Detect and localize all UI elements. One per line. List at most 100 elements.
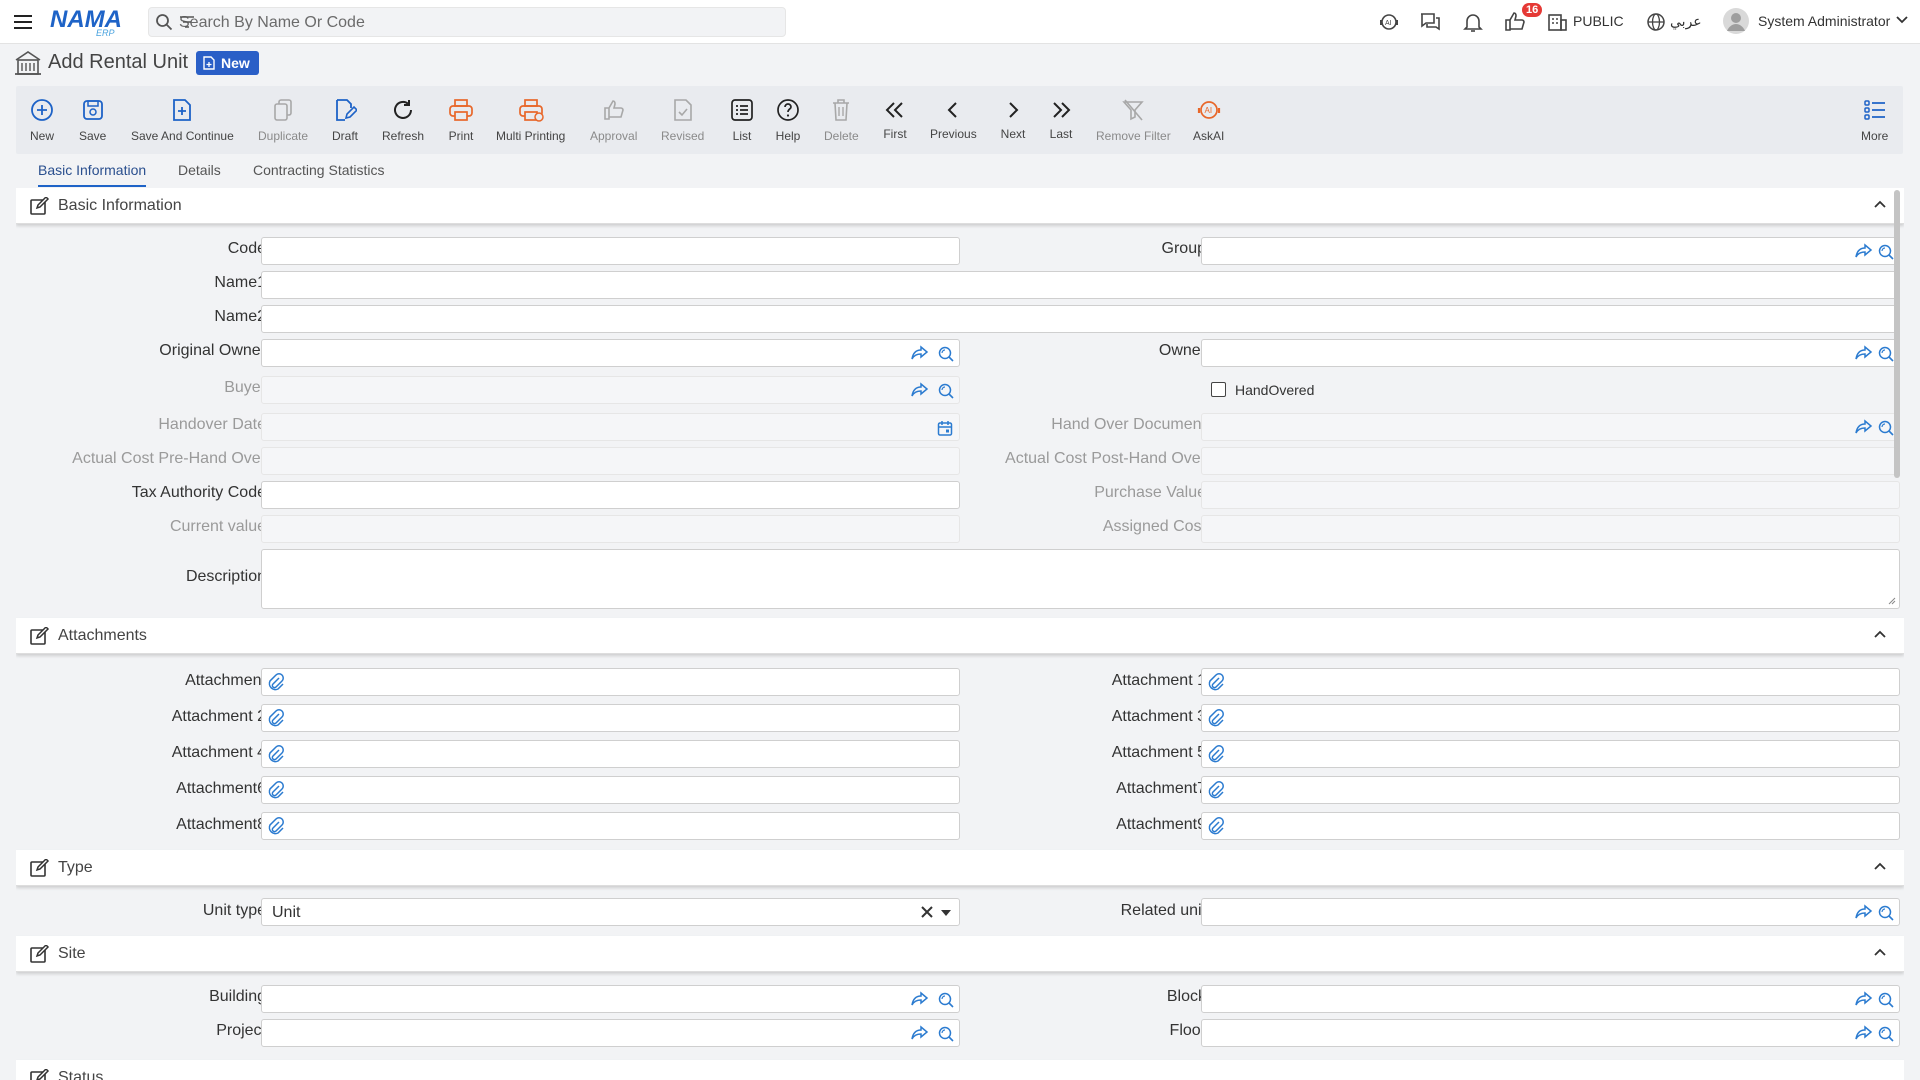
assigned-cost-input[interactable] (1201, 515, 1900, 543)
scrollbar-thumb[interactable] (1894, 190, 1900, 478)
unit-type-select[interactable]: Unit (261, 898, 960, 926)
tab-contracting-statistics[interactable]: Contracting Statistics (253, 162, 385, 186)
refresh-button[interactable]: Refresh (382, 86, 424, 154)
lookup-search-icon[interactable] (1877, 243, 1895, 261)
global-search-box[interactable]: Search By Name Or Code (148, 7, 786, 37)
lookup-search-icon[interactable] (937, 1025, 955, 1043)
new-button[interactable]: New (29, 86, 55, 154)
purchase-value-input[interactable] (1201, 481, 1900, 509)
user-name[interactable]: System Administrator (1758, 13, 1890, 29)
lookup-search-icon[interactable] (937, 345, 955, 363)
tax-authority-code-input[interactable] (261, 481, 960, 509)
attachment-6-input[interactable] (261, 776, 960, 804)
lookup-search-icon[interactable] (1877, 904, 1895, 922)
share-arrow-icon[interactable] (1855, 1025, 1873, 1041)
menu-icon[interactable] (12, 11, 34, 33)
filter-icon[interactable] (179, 15, 777, 29)
paperclip-icon[interactable] (1208, 709, 1224, 727)
draft-button[interactable]: Draft (332, 86, 358, 154)
share-arrow-icon[interactable] (1855, 419, 1873, 435)
resize-handle-icon[interactable] (1888, 597, 1896, 605)
actual-cost-pre-input[interactable] (261, 447, 960, 475)
lookup-search-icon[interactable] (1877, 419, 1895, 437)
help-button[interactable]: Help (775, 86, 801, 154)
first-button[interactable]: First (882, 86, 908, 154)
share-arrow-icon[interactable] (911, 1025, 929, 1041)
save-and-continue-button[interactable]: Save And Continue (131, 86, 234, 154)
original-owner-input[interactable] (261, 339, 960, 367)
attachment-7-input[interactable] (1201, 776, 1900, 804)
print-button[interactable]: Print (448, 86, 474, 154)
floor-input[interactable] (1201, 1019, 1900, 1047)
list-button[interactable]: List (729, 86, 755, 154)
lookup-search-icon[interactable] (1877, 345, 1895, 363)
group-input[interactable] (1201, 237, 1900, 265)
askai-button[interactable]: AI AskAI (1193, 86, 1224, 154)
branch-label[interactable]: PUBLIC (1573, 13, 1624, 29)
section-header-attachments[interactable]: Attachments (16, 618, 1904, 654)
revised-button[interactable]: Revised (661, 86, 704, 154)
paperclip-icon[interactable] (1208, 817, 1224, 835)
attachment-3-input[interactable] (1201, 704, 1900, 732)
paperclip-icon[interactable] (268, 709, 284, 727)
duplicate-button[interactable]: Duplicate (258, 86, 308, 154)
lookup-search-icon[interactable] (937, 382, 955, 400)
name1-input[interactable] (261, 271, 1900, 299)
ai-assistant-icon[interactable]: AI (1377, 10, 1401, 34)
section-header-status[interactable]: Status (16, 1060, 1904, 1080)
handovered-checkbox[interactable] (1211, 382, 1226, 397)
section-header-basic-information[interactable]: Basic Information (16, 188, 1904, 224)
lookup-search-icon[interactable] (1877, 991, 1895, 1009)
save-button[interactable]: Save (79, 86, 106, 154)
current-value-input[interactable] (261, 515, 960, 543)
attachment-4-input[interactable] (261, 740, 960, 768)
remove-filter-button[interactable]: Remove Filter (1096, 86, 1171, 154)
language-switch[interactable]: عربي (1670, 13, 1702, 30)
tab-basic-information[interactable]: Basic Information (38, 162, 147, 187)
chat-icon[interactable] (1418, 10, 1442, 34)
share-arrow-icon[interactable] (911, 991, 929, 1007)
calendar-icon[interactable] (937, 420, 953, 436)
paperclip-icon[interactable] (1208, 673, 1224, 691)
chevron-up-icon[interactable] (1874, 862, 1886, 870)
buyer-input[interactable] (261, 376, 960, 404)
section-header-site[interactable]: Site (16, 936, 1904, 972)
delete-button[interactable]: Delete (824, 86, 859, 154)
avatar[interactable] (1722, 7, 1750, 35)
hand-over-document-input[interactable] (1201, 413, 1900, 441)
chevron-up-icon[interactable] (1874, 948, 1886, 956)
more-button[interactable]: More (1861, 86, 1888, 154)
paperclip-icon[interactable] (1208, 781, 1224, 799)
code-input[interactable] (261, 237, 960, 265)
lookup-search-icon[interactable] (937, 991, 955, 1009)
chevron-up-icon[interactable] (1874, 200, 1886, 208)
clear-icon[interactable] (921, 906, 933, 918)
attachment-1-input[interactable] (1201, 668, 1900, 696)
attachment-9-input[interactable] (1201, 812, 1900, 840)
name2-input[interactable] (261, 305, 1900, 333)
chevron-up-icon[interactable] (1874, 630, 1886, 638)
previous-button[interactable]: Previous (930, 86, 977, 154)
paperclip-icon[interactable] (268, 817, 284, 835)
attachment-2-input[interactable] (261, 704, 960, 732)
section-header-type[interactable]: Type (16, 850, 1904, 886)
attachment-input[interactable] (261, 668, 960, 696)
attachment-5-input[interactable] (1201, 740, 1900, 768)
paperclip-icon[interactable] (268, 673, 284, 691)
next-button[interactable]: Next (1000, 86, 1026, 154)
handover-date-input[interactable] (261, 413, 960, 441)
approval-button[interactable]: Approval (590, 86, 637, 154)
last-button[interactable]: Last (1048, 86, 1074, 154)
share-arrow-icon[interactable] (1855, 243, 1873, 259)
block-input[interactable] (1201, 985, 1900, 1013)
chevron-down-icon[interactable] (1896, 16, 1908, 28)
description-textarea[interactable] (261, 549, 1900, 609)
globe-icon[interactable] (1646, 12, 1670, 36)
owner-input[interactable] (1201, 339, 1900, 367)
building-input[interactable] (261, 985, 960, 1013)
tab-details[interactable]: Details (178, 162, 221, 186)
paperclip-icon[interactable] (1208, 745, 1224, 763)
project-input[interactable] (261, 1019, 960, 1047)
related-unit-input[interactable] (1201, 898, 1900, 926)
attachment-8-input[interactable] (261, 812, 960, 840)
